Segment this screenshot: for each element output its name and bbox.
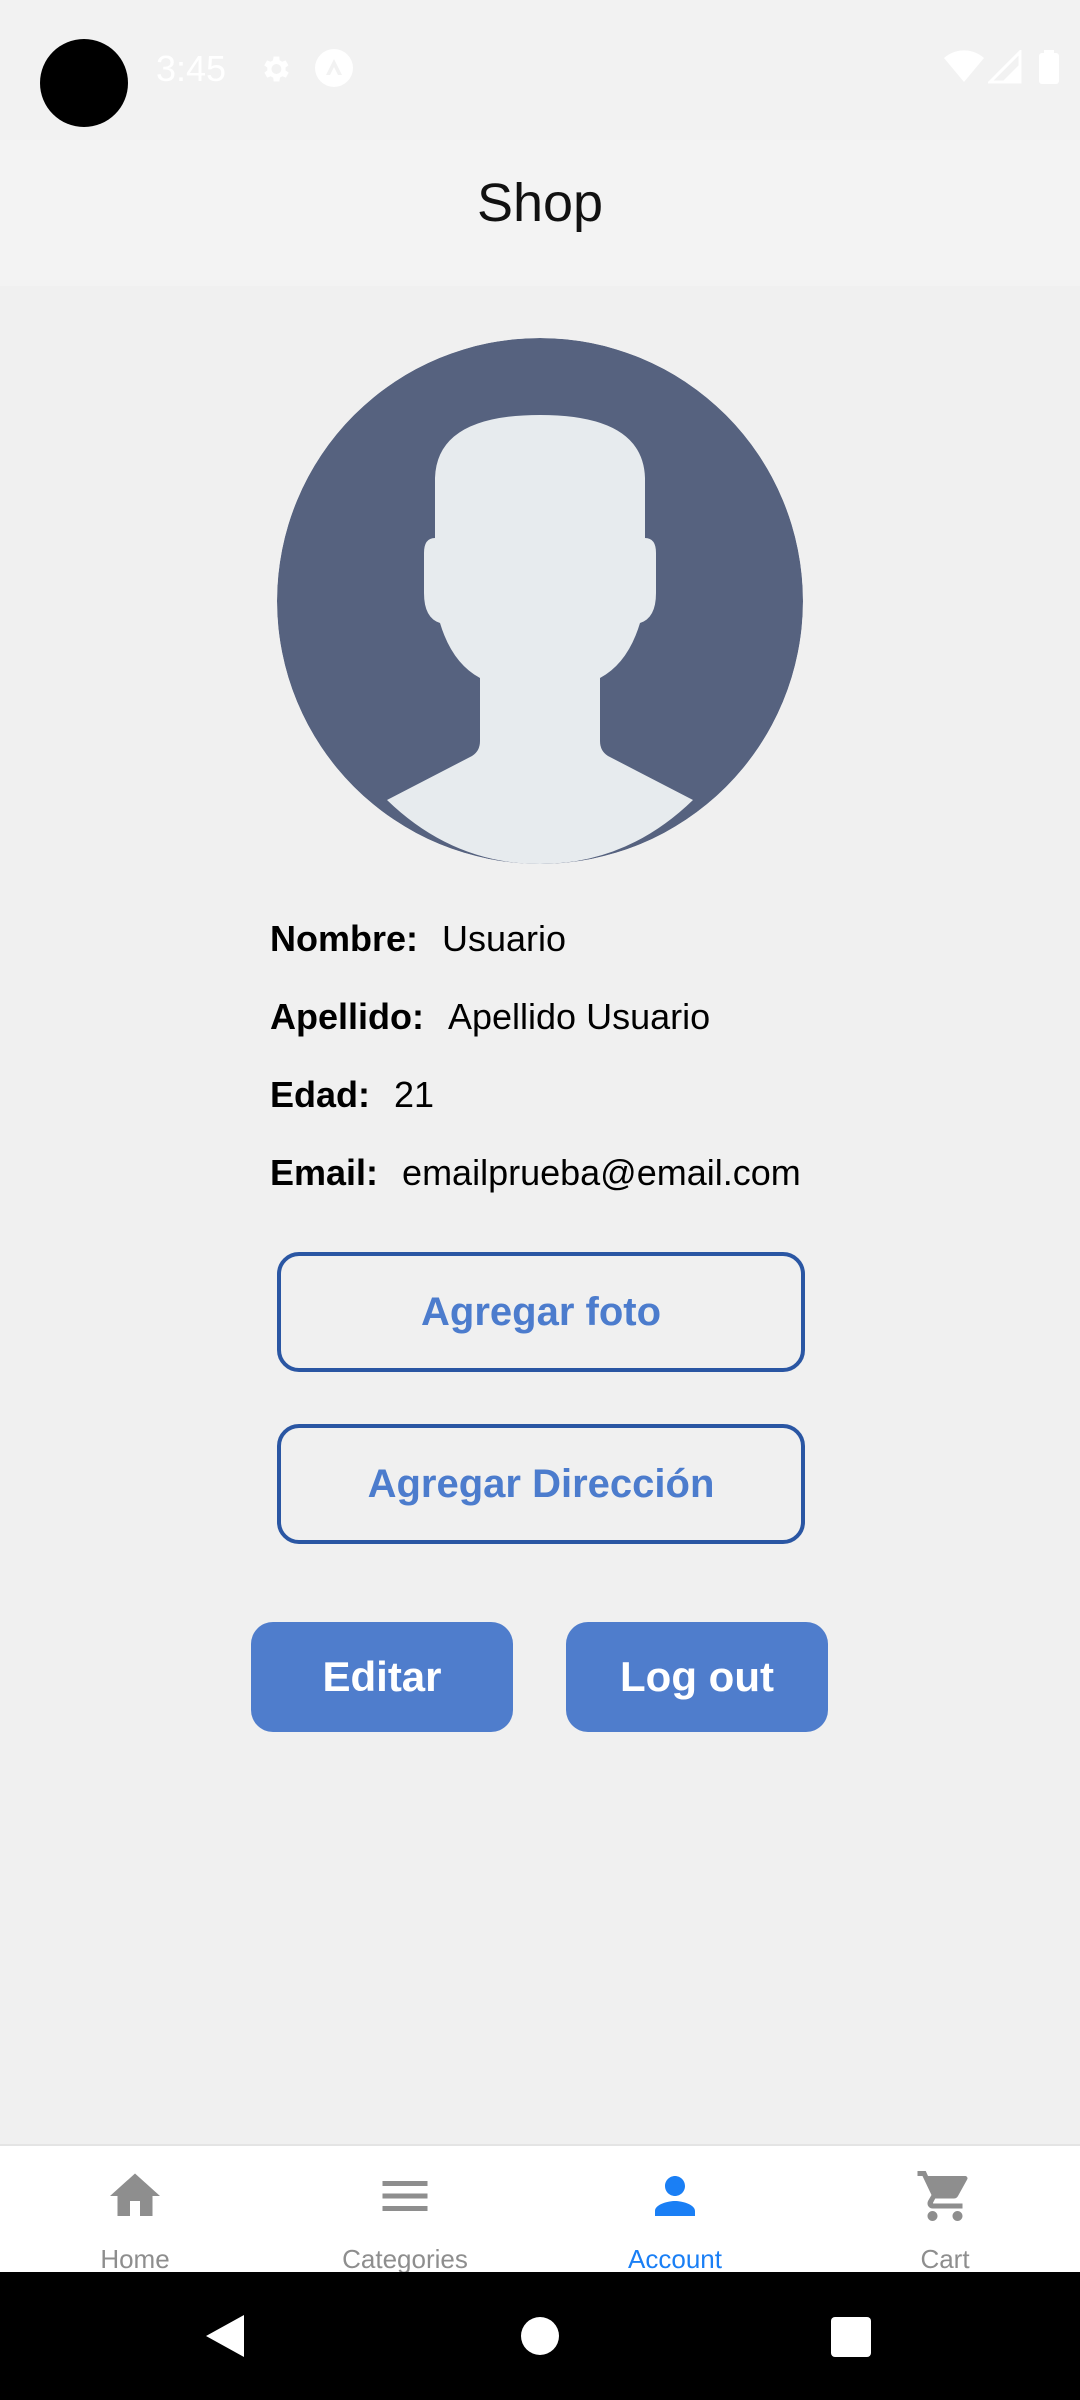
person-silhouette-icon bbox=[277, 338, 803, 864]
home-icon bbox=[110, 2173, 160, 2216]
add-address-button[interactable]: Agregar Dirección bbox=[277, 1424, 805, 1544]
menu-icon bbox=[382, 2181, 428, 2211]
field-value: Apellido Usuario bbox=[447, 996, 711, 1037]
tab-categories[interactable]: Categories bbox=[270, 2146, 540, 2274]
tab-label: Home bbox=[100, 2244, 170, 2274]
settings-icon bbox=[264, 56, 289, 82]
field-label: Apellido: bbox=[270, 996, 424, 1037]
back-icon[interactable] bbox=[204, 2313, 246, 2359]
tab-label: Categories bbox=[342, 2244, 468, 2274]
tab-account[interactable]: Account bbox=[540, 2146, 810, 2274]
profile-field-nombre: Nombre: Usuario bbox=[270, 918, 566, 960]
profile-field-email: Email: emailprueba@email.com bbox=[270, 1152, 801, 1194]
field-label: Email: bbox=[270, 1152, 379, 1193]
add-photo-button[interactable]: Agregar foto bbox=[277, 1252, 805, 1372]
status-bar: 3:45 bbox=[0, 0, 1080, 140]
wifi-icon bbox=[944, 50, 984, 82]
cart-icon bbox=[917, 2171, 968, 2221]
field-value: 21 bbox=[394, 1074, 435, 1115]
logout-button[interactable]: Log out bbox=[566, 1622, 828, 1732]
signal-icon bbox=[988, 50, 1022, 84]
edit-button[interactable]: Editar bbox=[251, 1622, 513, 1732]
tab-home[interactable]: Home bbox=[0, 2146, 270, 2274]
field-label: Nombre: bbox=[270, 918, 419, 959]
avatar[interactable] bbox=[277, 338, 803, 864]
status-time: 3:45 bbox=[156, 48, 227, 89]
home-nav-icon[interactable] bbox=[521, 2317, 559, 2355]
profile-field-edad: Edad: 21 bbox=[270, 1074, 434, 1116]
camera-cutout bbox=[40, 39, 128, 127]
tab-cart[interactable]: Cart bbox=[810, 2146, 1080, 2274]
system-nav-bar bbox=[0, 2272, 1080, 2400]
page-title: Shop bbox=[476, 173, 604, 233]
field-label: Edad: bbox=[270, 1074, 371, 1115]
bottom-tab-bar: Home Categories Account Cart bbox=[0, 2144, 1080, 2274]
app-notification-icon bbox=[315, 49, 353, 87]
field-value: Usuario bbox=[442, 918, 567, 959]
person-icon bbox=[655, 2176, 695, 2216]
tab-label: Cart bbox=[920, 2244, 970, 2274]
app-header: Shop bbox=[0, 140, 1080, 286]
account-content: Nombre: Usuario Apellido: Apellido Usuario… bbox=[0, 286, 1080, 2144]
battery-icon bbox=[1039, 50, 1059, 84]
profile-field-apellido: Apellido: Apellido Usuario bbox=[270, 996, 710, 1038]
field-value: emailprueba@email.com bbox=[402, 1152, 801, 1193]
recents-icon[interactable] bbox=[831, 2317, 871, 2357]
tab-label: Account bbox=[628, 2244, 722, 2274]
